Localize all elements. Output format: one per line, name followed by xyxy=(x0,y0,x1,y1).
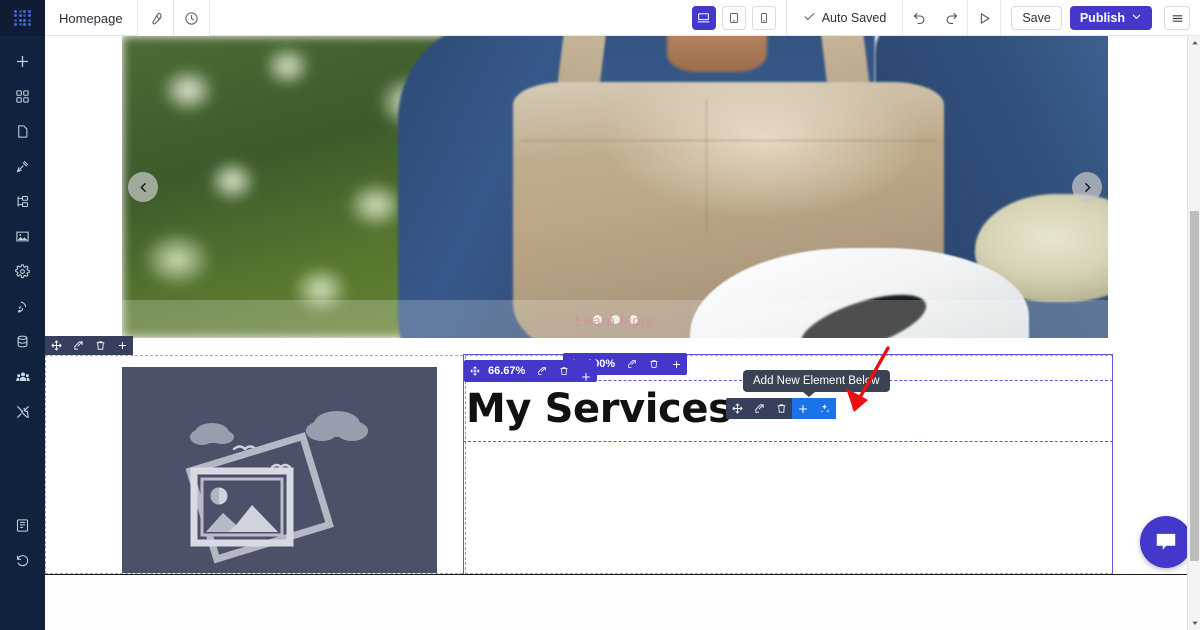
sidebar-item-revisions[interactable] xyxy=(0,543,45,578)
sidebar-item-add[interactable] xyxy=(0,44,45,79)
canvas-bottom-area xyxy=(45,574,1187,630)
tooltip: Add New Element Below xyxy=(743,370,890,397)
sidebar-item-docs[interactable] xyxy=(0,508,45,543)
move-icon[interactable] xyxy=(45,336,67,355)
sidebar-item-users[interactable] xyxy=(0,359,45,394)
grid-dots-logo xyxy=(14,9,31,27)
sidebar-item-blocks[interactable] xyxy=(0,79,45,114)
trash-icon[interactable] xyxy=(643,353,665,375)
trash-icon[interactable] xyxy=(553,360,575,382)
autosave-status: Auto Saved xyxy=(785,0,903,36)
publish-button[interactable]: Publish xyxy=(1069,6,1152,30)
section-toolbar[interactable] xyxy=(45,336,133,355)
trash-icon[interactable] xyxy=(770,398,792,419)
hero-cta-label[interactable]: Learn More xyxy=(122,313,1108,330)
play-triangle-icon[interactable] xyxy=(968,0,1000,36)
sidebar-item-pages[interactable] xyxy=(0,114,45,149)
column-width-label: 66.67% xyxy=(488,365,526,377)
autosave-label: Auto Saved xyxy=(821,11,887,25)
check-icon xyxy=(803,10,816,26)
move-icon[interactable] xyxy=(726,398,748,419)
edit-icon[interactable] xyxy=(621,353,643,375)
vertical-scrollbar[interactable] xyxy=(1187,36,1200,630)
caret-down-icon[interactable] xyxy=(1188,616,1200,630)
clock-icon[interactable] xyxy=(173,0,210,36)
tablet-icon[interactable] xyxy=(721,5,746,30)
edit-icon[interactable] xyxy=(67,336,89,355)
column-toolbar[interactable]: 66.67% xyxy=(464,360,598,382)
save-button[interactable]: Save xyxy=(1011,6,1062,30)
redo-icon[interactable] xyxy=(935,0,967,36)
image-placeholder-illustration[interactable] xyxy=(122,367,437,573)
undo-icon[interactable] xyxy=(903,0,935,36)
hamburger-menu-icon[interactable] xyxy=(1164,6,1190,30)
plus-icon[interactable] xyxy=(665,353,687,375)
publish-label: Publish xyxy=(1079,11,1125,25)
device-preview-group xyxy=(682,0,786,35)
caret-up-icon[interactable] xyxy=(1188,36,1200,50)
sidebar-item-theme[interactable] xyxy=(0,149,45,184)
scrollbar-thumb[interactable] xyxy=(1190,211,1199,561)
sidebar-item-integrations[interactable] xyxy=(0,289,45,324)
preview-group xyxy=(967,0,1000,36)
page-name-label[interactable]: Homepage xyxy=(45,0,138,36)
mobile-icon[interactable] xyxy=(751,5,776,30)
action-group: Save Publish xyxy=(1000,0,1200,36)
sidebar-item-tools[interactable] xyxy=(0,394,45,429)
top-toolbar: Homepage Auto Saved Save Publish xyxy=(0,0,1200,36)
history-controls xyxy=(902,0,967,36)
slider-next-button[interactable] xyxy=(1072,172,1102,202)
sidebar-item-media[interactable] xyxy=(0,219,45,254)
hero-image xyxy=(122,36,1108,338)
page-heading[interactable]: My Services xyxy=(466,386,732,432)
ai-sparkle-icon[interactable] xyxy=(814,398,836,419)
move-icon[interactable] xyxy=(464,360,486,382)
plus-icon[interactable] xyxy=(111,336,133,355)
left-sidebar xyxy=(0,36,45,630)
edit-icon[interactable] xyxy=(531,360,553,382)
sidebar-item-database[interactable] xyxy=(0,324,45,359)
desktop-icon[interactable] xyxy=(691,5,716,30)
add-element-below-button[interactable] xyxy=(792,398,814,419)
wrench-icon[interactable] xyxy=(137,0,174,36)
plus-icon[interactable] xyxy=(575,366,597,388)
element-toolbar[interactable] xyxy=(726,398,836,419)
sidebar-item-structure[interactable] xyxy=(0,184,45,219)
hero-slider-section[interactable]: Learn More xyxy=(122,36,1108,338)
edit-icon[interactable] xyxy=(748,398,770,419)
sidebar-item-settings[interactable] xyxy=(0,254,45,289)
chat-widget-button[interactable] xyxy=(1140,516,1188,568)
app-logo[interactable] xyxy=(0,0,45,36)
slider-prev-button[interactable] xyxy=(128,172,158,202)
editor-canvas[interactable]: Learn More My Services 100% 66.67% Add N… xyxy=(45,36,1188,630)
chevron-down-icon xyxy=(1131,11,1142,25)
trash-icon[interactable] xyxy=(89,336,111,355)
